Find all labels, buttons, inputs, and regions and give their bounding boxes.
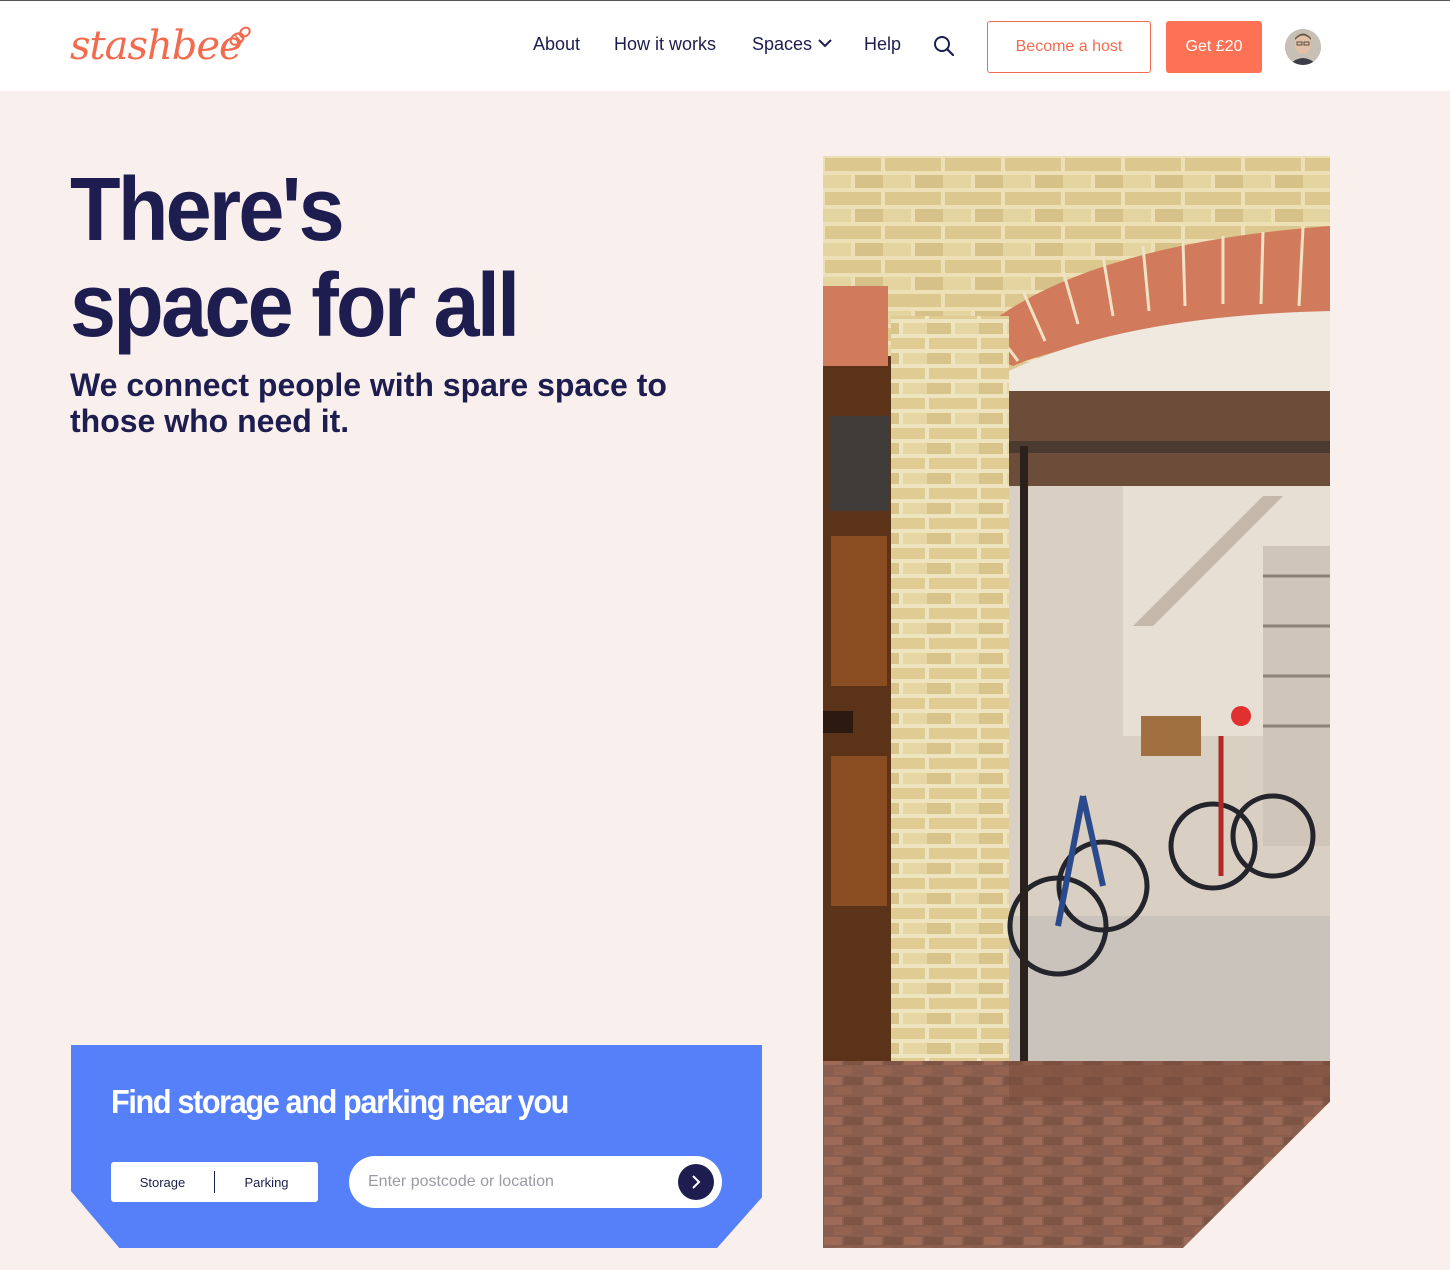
hero-subtitle: We connect people with spare space to th… [70,367,667,439]
nav-spaces-dropdown[interactable]: Spaces [752,34,832,55]
search-icon[interactable] [933,35,955,57]
arrow-right-icon [692,1175,701,1189]
site-header: stashbee About How it works Spaces Help … [0,0,1450,91]
chevron-down-icon [818,39,832,48]
toggle-parking[interactable]: Parking [215,1175,318,1190]
nav-help[interactable]: Help [864,34,901,55]
search-title: Find storage and parking near you [111,1083,569,1120]
hero-garage-photo [823,156,1330,1248]
location-input[interactable] [368,1156,668,1208]
search-submit-button[interactable] [678,1164,714,1200]
bee-icon [229,26,251,46]
search-panel: Find storage and parking near you Storag… [71,1045,762,1248]
hero-title-line2: space for all [70,256,520,356]
stashbee-logo[interactable]: stashbee [70,19,260,75]
toggle-storage[interactable]: Storage [111,1175,214,1190]
storage-parking-toggle: Storage Parking [111,1162,318,1202]
nav-about[interactable]: About [533,34,580,55]
get-reward-button[interactable]: Get £20 [1166,21,1262,73]
user-avatar[interactable] [1285,29,1321,65]
become-host-button[interactable]: Become a host [987,21,1151,73]
nav-how-it-works[interactable]: How it works [614,34,716,55]
nav-spaces-label: Spaces [752,34,813,54]
location-search-field [349,1156,722,1208]
hero-title-line1: There's [70,160,345,260]
logo-wordmark: stashbee [70,23,243,69]
hero-title: There's space for all [70,162,714,354]
